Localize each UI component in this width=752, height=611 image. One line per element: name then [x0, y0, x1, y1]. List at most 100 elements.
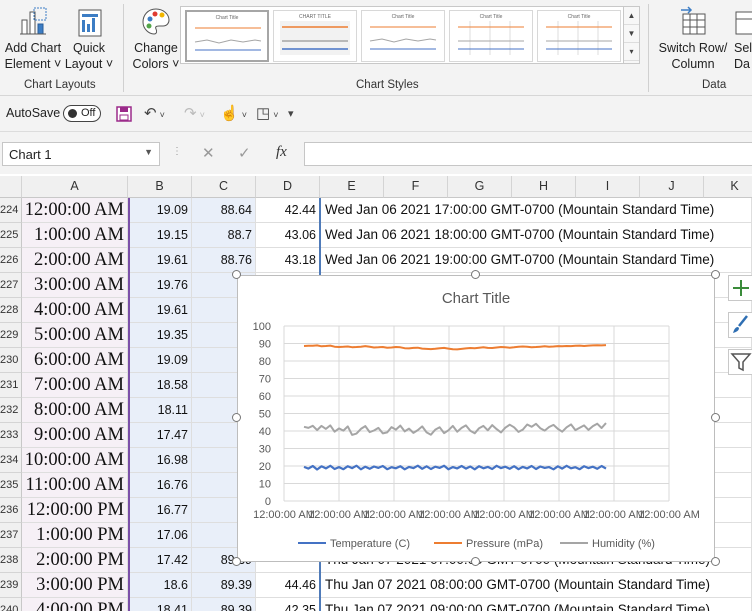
column-header[interactable]: K	[704, 176, 752, 198]
chart-elements-button[interactable]	[728, 275, 752, 301]
row-header[interactable]: 237	[0, 523, 22, 548]
column-header[interactable]: E	[320, 176, 384, 198]
row-header[interactable]: 228	[0, 298, 22, 323]
chart-style-thumb-3[interactable]: Chart Title	[361, 10, 445, 62]
cell-e[interactable]: Thu Jan 07 2021 09:00:00 GMT-0700 (Mount…	[320, 598, 752, 611]
column-header[interactable]: J	[640, 176, 704, 198]
cell-c[interactable]: 88.7	[192, 223, 256, 248]
change-colors-button[interactable]: Change Colors ˅	[130, 0, 182, 76]
chart-style-thumb-2[interactable]: CHART TITLE	[273, 10, 357, 62]
cell-b[interactable]: 19.15	[128, 223, 192, 248]
row-header[interactable]: 230	[0, 348, 22, 373]
chart-filters-button[interactable]	[728, 349, 752, 375]
cell-a[interactable]: 12:00:00 AM	[22, 198, 128, 223]
cell-d[interactable]: 43.06	[256, 223, 320, 248]
column-header[interactable]: G	[448, 176, 512, 198]
touch-mode-icon[interactable]: ☝ ˅	[220, 104, 247, 124]
column-header[interactable]: F	[384, 176, 448, 198]
select-data-button[interactable]: Sele Da	[730, 0, 752, 76]
cell-b[interactable]: 19.61	[128, 248, 192, 273]
save-icon[interactable]	[115, 104, 133, 124]
cell-d[interactable]: 42.44	[256, 198, 320, 223]
row-header[interactable]: 234	[0, 448, 22, 473]
row-header[interactable]: 229	[0, 323, 22, 348]
cell-b[interactable]: 19.09	[128, 198, 192, 223]
cell-b[interactable]: 19.09	[128, 348, 192, 373]
chart-style-thumb-5[interactable]: Chart Title	[537, 10, 621, 62]
cell-b[interactable]: 16.76	[128, 473, 192, 498]
cell-b[interactable]: 18.11	[128, 398, 192, 423]
cell-e[interactable]: Wed Jan 06 2021 19:00:00 GMT-0700 (Mount…	[320, 248, 752, 273]
legend-entry[interactable]: Humidity (%)	[592, 538, 655, 550]
quick-layout-button[interactable]: Quick Layout ˅	[64, 0, 114, 76]
row-header[interactable]: 239	[0, 573, 22, 598]
chart-styles-button[interactable]	[728, 312, 752, 338]
name-box[interactable]: Chart 1 ▼	[2, 142, 160, 166]
row-header[interactable]: 240	[0, 598, 22, 611]
add-chart-element-button[interactable]: Add Chart Element ˅	[2, 0, 64, 76]
cell-a[interactable]: 4:00:00 PM	[22, 598, 128, 611]
shapes-icon[interactable]: ◳ ˅	[256, 104, 278, 124]
cell-b[interactable]: 18.41	[128, 598, 192, 611]
chart-style-thumb-1[interactable]: Chart Title	[185, 10, 269, 62]
resize-handle-br[interactable]	[711, 557, 720, 566]
customize-toolbar-icon[interactable]: ▾	[288, 107, 294, 127]
cell-a[interactable]: 3:00:00 PM	[22, 573, 128, 598]
cell-b[interactable]: 18.6	[128, 573, 192, 598]
cell-b[interactable]: 19.35	[128, 323, 192, 348]
cell-a[interactable]: 7:00:00 AM	[22, 373, 128, 398]
row-header[interactable]: 231	[0, 373, 22, 398]
cell-b[interactable]: 19.61	[128, 298, 192, 323]
row-header[interactable]: 225	[0, 223, 22, 248]
cell-b[interactable]: 17.42	[128, 548, 192, 573]
chevron-down-icon[interactable]: ▼	[144, 147, 153, 157]
enter-check-icon[interactable]: ✓	[238, 144, 251, 162]
switch-row-column-button[interactable]: Switch Row/ Column	[656, 0, 730, 76]
cell-c[interactable]: 89.39	[192, 573, 256, 598]
cell-a[interactable]: 4:00:00 AM	[22, 298, 128, 323]
row-header[interactable]: 232	[0, 398, 22, 423]
row-header[interactable]: 235	[0, 473, 22, 498]
cell-a[interactable]: 3:00:00 AM	[22, 273, 128, 298]
autosave-toggle[interactable]: Off	[63, 105, 101, 122]
cell-a[interactable]: 10:00:00 AM	[22, 448, 128, 473]
cell-b[interactable]: 19.76	[128, 273, 192, 298]
column-header[interactable]: A	[22, 176, 128, 198]
redo-icon[interactable]: ↷ ˅	[184, 104, 205, 124]
cell-e[interactable]: Thu Jan 07 2021 08:00:00 GMT-0700 (Mount…	[320, 573, 752, 598]
column-header[interactable]: H	[512, 176, 576, 198]
column-header[interactable]: D	[256, 176, 320, 198]
cell-a[interactable]: 8:00:00 AM	[22, 398, 128, 423]
chart-area[interactable]: Chart Title 0 10 20 30 40 50 60 70 80 90 100 12:00:…	[237, 275, 715, 562]
cell-a[interactable]: 2:00:00 AM	[22, 248, 128, 273]
row-header[interactable]: 224	[0, 198, 22, 223]
cell-a[interactable]: 12:00:00 PM	[22, 498, 128, 523]
resize-handle-l[interactable]	[232, 413, 241, 422]
row-header[interactable]: 238	[0, 548, 22, 573]
column-header[interactable]: I	[576, 176, 640, 198]
gallery-scroll[interactable]: ▲ ▼ ▾	[623, 7, 639, 63]
cell-d[interactable]: 43.18	[256, 248, 320, 273]
cell-c[interactable]: 88.64	[192, 198, 256, 223]
cell-d[interactable]: 42.35	[256, 598, 320, 611]
column-header[interactable]: C	[192, 176, 256, 198]
row-header[interactable]: 227	[0, 273, 22, 298]
gallery-up-icon[interactable]: ▲	[624, 7, 639, 25]
resize-handle-bl[interactable]	[232, 557, 241, 566]
resize-handle-tl[interactable]	[232, 270, 241, 279]
cell-a[interactable]: 1:00:00 AM	[22, 223, 128, 248]
resize-handle-tr[interactable]	[711, 270, 720, 279]
insert-function-icon[interactable]: fx	[276, 144, 287, 161]
resize-handle-r[interactable]	[711, 413, 720, 422]
cell-a[interactable]: 5:00:00 AM	[22, 323, 128, 348]
resize-handle-b[interactable]	[471, 557, 480, 566]
cell-d[interactable]: 44.46	[256, 573, 320, 598]
cell-a[interactable]: 1:00:00 PM	[22, 523, 128, 548]
undo-icon[interactable]: ↶ ˅	[144, 104, 165, 124]
cell-b[interactable]: 16.98	[128, 448, 192, 473]
select-all-corner[interactable]	[0, 176, 22, 198]
row-header[interactable]: 236	[0, 498, 22, 523]
cell-a[interactable]: 6:00:00 AM	[22, 348, 128, 373]
cell-b[interactable]: 16.77	[128, 498, 192, 523]
row-header[interactable]: 226	[0, 248, 22, 273]
